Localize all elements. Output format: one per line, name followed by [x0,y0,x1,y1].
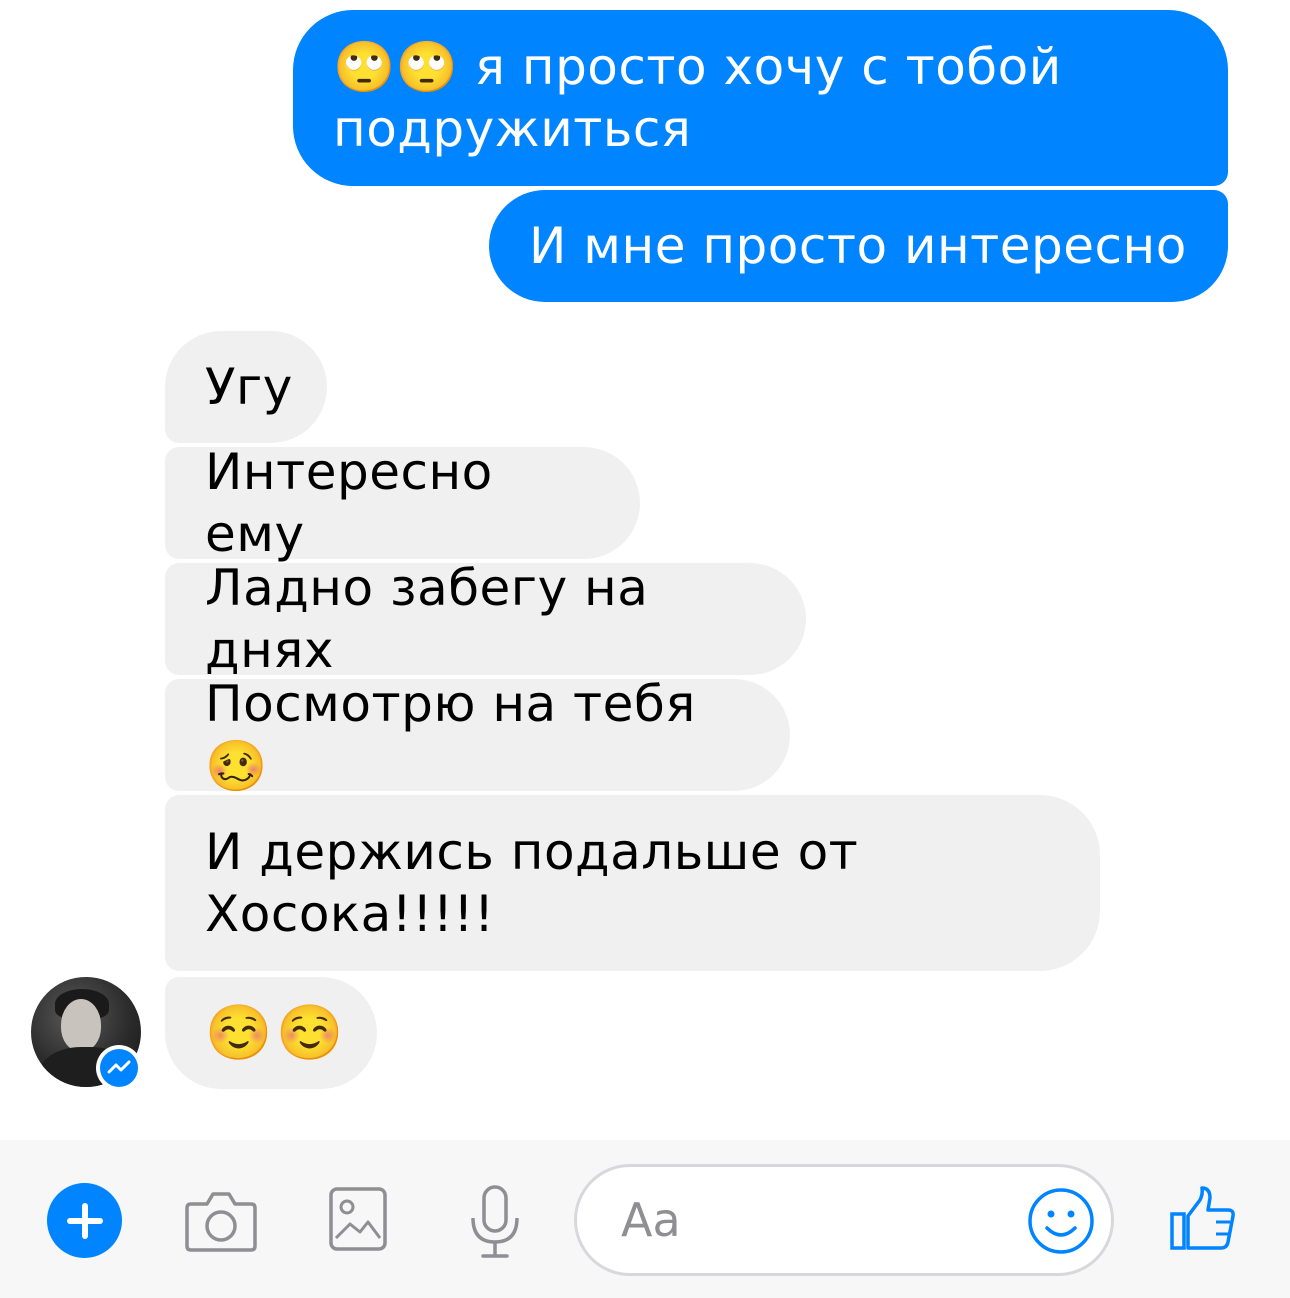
smiling-face-emoji: ☺️☺️ [205,1001,348,1064]
message-body: Посмотрю на тебя [205,675,696,733]
camera-icon [185,1192,257,1252]
message-text: Ладно забегу на днях [205,559,649,679]
plus-icon [66,1202,103,1239]
message-input[interactable] [621,1187,1001,1253]
incoming-message[interactable]: Ладно забегу на днях [165,559,806,679]
emoji-button[interactable] [1026,1186,1096,1256]
microphone-button[interactable] [467,1184,523,1260]
woozy-face-emoji: 🥴 [205,737,268,795]
smiley-icon [1028,1188,1094,1254]
incoming-message[interactable]: Посмотрю на тебя🥴 [165,675,790,795]
add-button[interactable] [47,1183,122,1258]
gallery-icon [329,1187,387,1251]
messenger-badge [96,1045,142,1091]
incoming-message[interactable]: И держись подальше от Хосока!!!!! [165,795,1100,971]
thumbs-up-icon [1170,1186,1235,1250]
message-text: Интересно ему [205,443,493,563]
incoming-message[interactable]: Интересно ему [165,443,640,563]
message-text: 🙄🙄 я просто хочу с тобой подружиться [333,36,1062,160]
message-text: Угу [205,358,293,416]
camera-button[interactable] [183,1186,259,1256]
microphone-icon [471,1185,519,1258]
message-text: И держись подальше от Хосока!!!!! [205,823,859,943]
incoming-message[interactable]: Угу [165,331,327,443]
gallery-button[interactable] [328,1186,388,1252]
outgoing-message[interactable]: 🙄🙄 я просто хочу с тобой подружиться [293,10,1228,186]
message-text: Посмотрю на тебя🥴 [205,673,750,797]
avatar-face [61,999,101,1051]
message-text: И мне просто интересно [529,217,1187,275]
messenger-icon [100,1049,138,1087]
eye-roll-emoji: 🙄🙄 [333,38,459,96]
incoming-message[interactable]: ☺️☺️ [165,977,377,1089]
outgoing-message[interactable]: И мне просто интересно [489,190,1228,302]
chat-screen: 🙄🙄 я просто хочу с тобой подружиться И м… [0,0,1290,1298]
like-button[interactable] [1168,1184,1238,1254]
